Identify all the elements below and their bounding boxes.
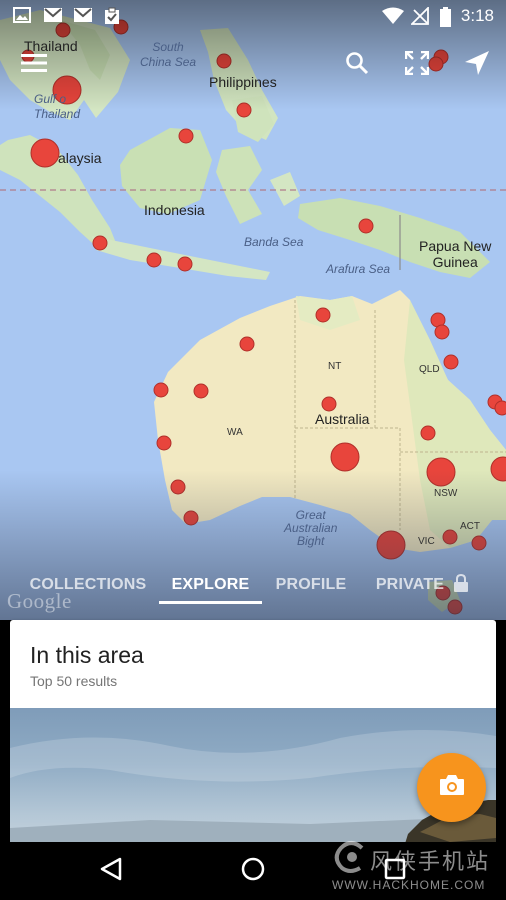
map-label-nt: NT [328,361,342,372]
app-screen: Thailand Gulf o Thailand South China Sea… [0,0,506,900]
map-label-qld: QLD [419,364,440,375]
card-title: In this area [30,642,144,668]
menu-button[interactable] [17,48,51,82]
map-label-act: ACT [460,521,480,532]
my-location-button[interactable] [460,48,494,82]
no-signal-icon [409,5,431,25]
wifi-icon [381,7,404,25]
tab-label: PROFILE [275,576,347,593]
results-card[interactable]: In this area Top 50 results [10,620,496,860]
watermark-logo-icon [334,840,368,879]
tab-indicator [159,601,262,604]
watermark: 风侠手机站 WWW.HACKHOME.COM [332,838,502,898]
map-label-banda-sea: Banda Sea [244,235,304,249]
map-label-bight: Great Australian Bight [284,508,338,548]
battery-icon [439,7,452,27]
camera-icon [439,774,465,801]
back-button[interactable] [91,853,131,889]
tab-label: COLLECTIONS [29,576,147,593]
clipboard-check-icon [103,7,123,25]
card-subtitle: Top 50 results [30,673,118,689]
system-nav-bar: 风侠手机站 WWW.HACKHOME.COM [0,841,506,900]
map-label-arafura-sea: Arafura Sea [326,262,391,276]
map-label-south-china-sea: South China Sea [140,40,197,69]
watermark-url: WWW.HACKHOME.COM [332,878,486,892]
status-time: 3:18 [460,6,494,25]
home-button[interactable] [233,853,273,889]
map-label-gulf-thailand: Gulf o Thailand [34,92,81,121]
tab-explore[interactable]: EXPLORE [159,564,262,606]
status-bar: 3:18 [0,0,506,32]
home-circle-icon [241,857,265,886]
map-label-indonesia: Indonesia [144,202,205,218]
tab-private[interactable]: PRIVATE [366,564,478,606]
map-label-australia: Australia [315,411,370,427]
gmail-icon [73,7,93,25]
tab-bar: COLLECTIONS EXPLORE PROFILE PRIVATE [0,564,506,606]
map-label-malaysia: alaysia [58,150,102,166]
tab-profile[interactable]: PROFILE [268,564,354,606]
watermark-text: 风侠手机站 [370,849,491,874]
gmail-icon [43,7,63,25]
menu-icon [21,53,47,78]
navigation-arrow-icon [464,50,490,81]
map-label-papua: Papua New Guinea [419,238,492,270]
map-label-vic: VIC [418,536,435,547]
fullscreen-button[interactable] [400,48,434,82]
fullscreen-icon [404,50,430,80]
search-button[interactable] [340,48,374,82]
gallery-icon [13,7,33,25]
tab-collections[interactable]: COLLECTIONS [22,564,154,606]
map-label-nsw: NSW [434,488,458,499]
map-label-philippines: Philippines [209,74,277,90]
lock-icon [454,573,469,597]
tab-label: EXPLORE [171,576,250,593]
search-icon [345,51,369,80]
tab-label: PRIVATE [375,576,445,593]
back-triangle-icon [100,857,122,886]
map-view[interactable]: Thailand Gulf o Thailand South China Sea… [0,0,506,620]
camera-fab[interactable] [417,753,486,822]
map-label-wa: WA [227,427,243,438]
